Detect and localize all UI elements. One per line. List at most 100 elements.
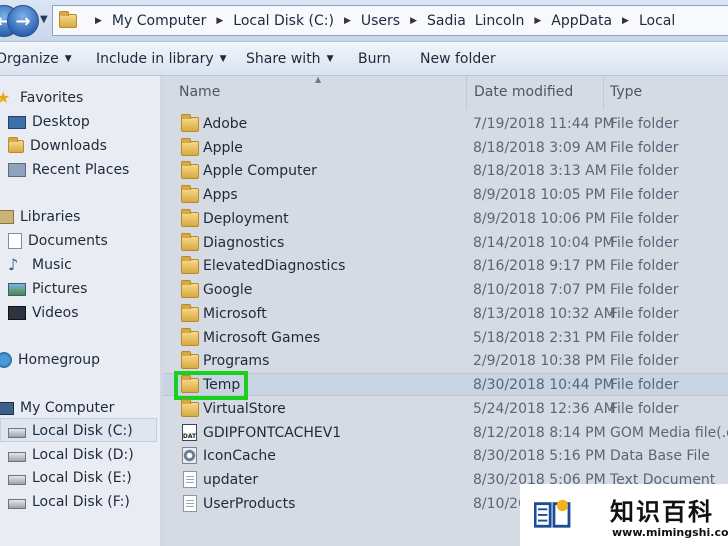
file-row-programs[interactable]: Programs 2/9/2018 10:38 PM File folder [163,350,728,373]
navigation-pane: ★ Favorites Desktop Downloads Recent Pla… [0,76,160,546]
file-row-microsoft[interactable]: Microsoft 8/13/2018 10:32 AM File folder [163,303,728,326]
homegroup-icon [0,352,12,368]
nav-local-disk-e[interactable]: Local Disk (E:) [8,470,132,486]
file-name: updater [203,472,259,488]
breadcrumb-separator-icon[interactable]: ▶ [95,16,102,26]
nav-pictures[interactable]: Pictures [8,281,87,297]
file-type: File folder [610,187,679,203]
nav-recent-places[interactable]: Recent Places [8,162,129,178]
file-row-diagnostics[interactable]: Diagnostics 8/14/2018 10:04 PM File fold… [163,232,728,255]
computer-icon [0,401,14,415]
dat-file-icon: DAT [182,424,197,441]
file-row-elevateddiagnostics[interactable]: ElevatedDiagnostics 8/16/2018 9:17 PM Fi… [163,255,728,278]
nav-local-disk-c[interactable]: Local Disk (C:) [8,423,133,439]
file-date: 5/24/2018 12:36 AM [473,401,616,417]
file-date: 5/18/2018 2:31 PM [473,330,606,346]
share-with-button[interactable]: Share with ▼ [246,51,333,67]
nav-label: Desktop [32,114,90,130]
organize-button[interactable]: Organize ▼ [0,51,72,67]
file-row-gdipfontcachev1[interactable]: DAT GDIPFONTCACHEV1 8/12/2018 8:14 PM GO… [163,422,728,445]
breadcrumb-separator-icon[interactable]: ▶ [410,16,417,26]
folder-icon [181,304,199,322]
address-bar[interactable]: ▶ My Computer ▶ Local Disk (C:) ▶ Users … [52,5,728,36]
nav-local-disk-d[interactable]: Local Disk (D:) [8,447,134,463]
file-type: File folder [610,235,679,251]
hard-drive-icon [8,452,26,462]
forward-button[interactable]: → [7,5,39,37]
nav-videos[interactable]: Videos [8,305,79,321]
nav-label: Music [32,257,72,273]
nav-my-computer[interactable]: My Computer [0,400,114,416]
libraries-icon [0,210,14,224]
folder-icon [181,209,199,227]
recent-pages-dropdown-icon[interactable]: ▼ [40,14,48,25]
sort-ascending-icon: ▲ [315,75,322,84]
text-file-icon [183,495,197,512]
breadcrumb-item[interactable]: Sadia Lincoln [427,13,524,29]
file-type: GOM Media file(.d... [610,425,728,441]
nav-homegroup[interactable]: Homegroup [0,352,100,368]
file-date: 8/30/2018 5:16 PM [473,448,606,464]
nav-local-disk-f[interactable]: Local Disk (F:) [8,494,130,510]
file-name: GDIPFONTCACHEV1 [203,425,342,441]
nav-libraries[interactable]: Libraries [0,209,80,225]
nav-desktop[interactable]: Desktop [8,114,90,130]
new-folder-button[interactable]: New folder [420,51,496,67]
breadcrumb-separator-icon[interactable]: ▶ [344,16,351,26]
folder-icon [181,351,199,369]
nav-downloads[interactable]: Downloads [8,136,107,154]
file-row-apple[interactable]: Apple 8/18/2018 3:09 AM File folder [163,137,728,160]
nav-music[interactable]: ♪ Music [8,257,72,274]
file-type: File folder [610,330,679,346]
nav-favorites[interactable]: ★ Favorites [0,90,83,107]
highlight-annotation-box [174,371,248,400]
film-icon [8,306,26,320]
book-lightbulb-logo-icon [534,499,571,528]
file-row-microsoft-games[interactable]: Microsoft Games 5/18/2018 2:31 PM File f… [163,327,728,350]
organize-label: Organize [0,51,59,67]
file-name: VirtualStore [203,401,286,417]
column-header-type[interactable]: Type [610,84,642,100]
file-row-adobe[interactable]: Adobe 7/19/2018 11:44 PM File folder [163,113,728,136]
burn-button[interactable]: Burn [358,51,391,67]
nav-label: Recent Places [32,162,130,178]
file-row-deployment[interactable]: Deployment 8/9/2018 10:06 PM File folder [163,208,728,231]
breadcrumb-item[interactable]: AppData [551,13,612,29]
breadcrumb-item[interactable]: Local [639,13,675,29]
desktop-icon [8,115,26,129]
breadcrumb-separator-icon[interactable]: ▶ [216,16,223,26]
column-divider[interactable] [603,76,604,110]
folder-icon [181,185,199,203]
nav-label: Local Disk (E:) [32,470,132,486]
breadcrumb-separator-icon[interactable]: ▶ [622,16,629,26]
file-name: Deployment [203,211,289,227]
file-date: 8/16/2018 9:17 PM [473,258,606,274]
column-divider[interactable] [466,76,467,110]
text-file-icon [183,471,197,488]
nav-documents[interactable]: Documents [8,233,108,249]
column-header-date-modified[interactable]: Date modified [474,84,573,100]
file-row-iconcache[interactable]: IconCache 8/30/2018 5:16 PM Data Base Fi… [163,445,728,468]
file-row-google[interactable]: Google 8/10/2018 7:07 PM File folder [163,279,728,302]
file-name: Apple Computer [203,163,317,179]
file-date: 8/30/2018 10:44 PM [473,377,615,393]
file-row-apple-computer[interactable]: Apple Computer 8/18/2018 3:13 AM File fo… [163,160,728,183]
file-name: UserProducts [203,496,296,512]
breadcrumb-separator-icon[interactable]: ▶ [534,16,541,26]
file-date: 8/14/2018 10:04 PM [473,235,615,251]
file-row-temp[interactable]: Temp 8/30/2018 10:44 PM File folder [163,371,728,400]
file-row-virtualstore[interactable]: VirtualStore 5/24/2018 12:36 AM File fol… [163,398,728,421]
breadcrumb-item[interactable]: My Computer [112,13,206,29]
nav-label: Videos [32,305,79,321]
file-row-apps[interactable]: Apps 8/9/2018 10:05 PM File folder [163,184,728,207]
folder-icon [181,256,199,274]
include-in-library-button[interactable]: Include in library ▼ [96,51,227,67]
file-type: File folder [610,258,679,274]
file-date: 2/9/2018 10:38 PM [473,353,606,369]
recent-places-icon [8,163,26,177]
breadcrumb-item[interactable]: Users [361,13,400,29]
file-type: File folder [610,116,679,132]
column-header-name[interactable]: Name [179,84,220,100]
breadcrumb-item[interactable]: Local Disk (C:) [233,13,334,29]
watermark-text: 知识百科 [610,498,714,526]
